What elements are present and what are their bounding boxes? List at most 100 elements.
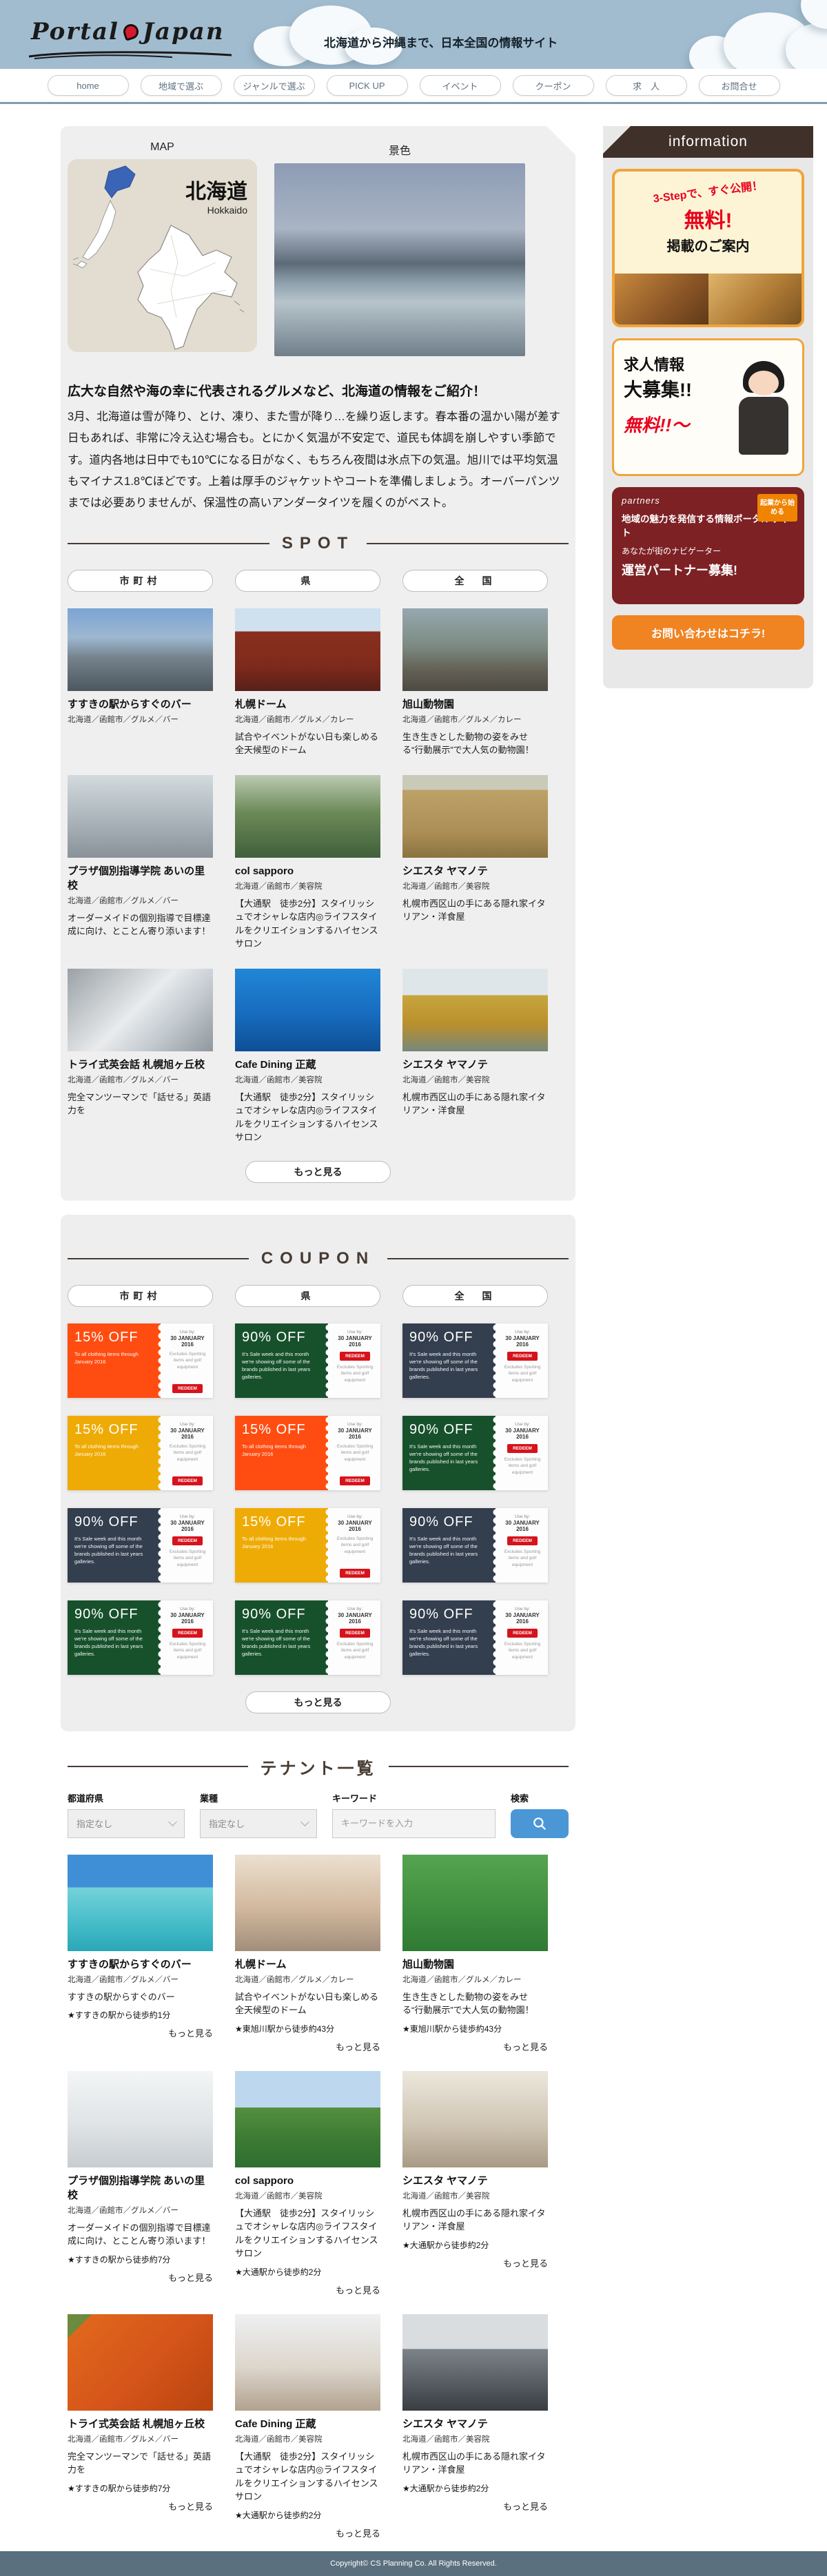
spot-card[interactable]: col sapporo 北海道／函館市／美容院 【大通駅 徒歩2分】スタイリッシ… bbox=[235, 775, 380, 951]
tenant-card[interactable]: トライ式英会話 札幌旭ヶ丘校 北海道／函館市／グルメ／バー 完全マンツーマンで「… bbox=[68, 2314, 213, 2539]
tab-national[interactable]: 全 国 bbox=[402, 1285, 548, 1307]
nav-pickup[interactable]: PICK UP bbox=[327, 75, 408, 96]
redeem-button[interactable]: REDEEM bbox=[340, 1476, 370, 1485]
redeem-button[interactable]: REDEEM bbox=[340, 1569, 370, 1578]
tenant-more-link[interactable]: もっと見る bbox=[235, 2283, 380, 2296]
spot-card[interactable]: 旭山動物園 北海道／函館市／グルメ／カレー 生き生きとした動物の姿をみせる“行動… bbox=[402, 608, 548, 757]
coupon-card[interactable]: 90% OFF It's Sale week and this month we… bbox=[402, 1416, 548, 1490]
coupon-card[interactable]: 90% OFF It's Sale week and this month we… bbox=[68, 1600, 213, 1675]
partner-recruit-banner[interactable]: partners 起業から始める 地域の魅力を発信する情報ポータルサイト あなた… bbox=[612, 487, 804, 604]
nav-contact[interactable]: お問合せ bbox=[699, 75, 780, 96]
redeem-button[interactable]: REDEEM bbox=[172, 1629, 203, 1638]
spot-card-category: 北海道／函館市／グルメ／バー bbox=[68, 714, 213, 725]
redeem-button[interactable]: REDEEM bbox=[172, 1384, 203, 1393]
tenant-title: 札幌ドーム bbox=[235, 1957, 380, 1972]
tenant-more-link[interactable]: もっと見る bbox=[68, 2271, 213, 2284]
spot-card[interactable]: シエスタ ヤマノテ 北海道／函館市／美容院 札幌市西区山の手にある隠れ家イタリア… bbox=[402, 969, 548, 1144]
tenant-more-link[interactable]: もっと見る bbox=[402, 2040, 548, 2053]
tenant-more-link[interactable]: もっと見る bbox=[68, 2026, 213, 2039]
redeem-button[interactable]: REDEEM bbox=[507, 1629, 538, 1638]
contact-banner[interactable]: お問い合わせはコチラ! bbox=[612, 615, 804, 650]
coupon-card[interactable]: 90% OFF It's Sale week and this month we… bbox=[402, 1323, 548, 1398]
use-by-label: Use by: bbox=[515, 1422, 530, 1427]
tenant-more-link[interactable]: もっと見る bbox=[68, 2500, 213, 2513]
tenant-card[interactable]: Cafe Dining 正蔵 北海道／函館市／美容院 【大通駅 徒歩2分】スタイ… bbox=[235, 2314, 380, 2539]
spot-card[interactable]: すすきの駅からすぐのバー 北海道／函館市／グルメ／バー bbox=[68, 608, 213, 757]
spot-card[interactable]: Cafe Dining 正蔵 北海道／函館市／美容院 【大通駅 徒歩2分】スタイ… bbox=[235, 969, 380, 1144]
coupon-desc: It's Sale week and this month we're show… bbox=[409, 1627, 487, 1658]
coupon-more-button[interactable]: もっと見る bbox=[245, 1691, 391, 1713]
tab-national[interactable]: 全 国 bbox=[402, 570, 548, 592]
tenant-card[interactable]: プラザ個別指導学院 あいの里校 北海道／函館市／グルメ／バー オーダーメイドの個… bbox=[68, 2071, 213, 2296]
job-recruit-banner[interactable]: 求人情報 大募集!! 無料!!～ bbox=[612, 338, 804, 476]
tab-city[interactable]: 市町村 bbox=[68, 570, 213, 592]
coupon-card[interactable]: 15% OFF To all clothing items through Ja… bbox=[235, 1416, 380, 1490]
coupon-card[interactable]: 90% OFF It's Sale week and this month we… bbox=[235, 1323, 380, 1398]
aircon-image bbox=[68, 2071, 213, 2167]
industry-select[interactable]: 指定なし bbox=[200, 1809, 317, 1838]
redeem-button[interactable]: REDEEM bbox=[340, 1352, 370, 1361]
prefecture-select[interactable]: 指定なし bbox=[68, 1809, 185, 1838]
soccer-image bbox=[402, 1855, 548, 1951]
nav-region[interactable]: 地域で選ぶ bbox=[141, 75, 222, 96]
tenant-card[interactable]: シエスタ ヤマノテ 北海道／函館市／美容院 札幌市西区山の手にある隠れ家イタリア… bbox=[402, 2314, 548, 2539]
nav-coupon[interactable]: クーポン bbox=[513, 75, 594, 96]
coupon-card[interactable]: 90% OFF It's Sale week and this month we… bbox=[402, 1600, 548, 1675]
tab-prefecture[interactable]: 県 bbox=[235, 1285, 380, 1307]
redeem-button[interactable]: REDEEM bbox=[340, 1629, 370, 1638]
school-image bbox=[68, 775, 213, 858]
spot-card-category: 北海道／函館市／美容院 bbox=[235, 1074, 380, 1085]
redeem-button[interactable]: REDEEM bbox=[172, 1476, 203, 1485]
coupon-card[interactable]: 15% OFF To all clothing items through Ja… bbox=[68, 1416, 213, 1490]
spot-card-category: 北海道／函館市／グルメ／バー bbox=[68, 895, 213, 906]
nav-jobs[interactable]: 求 人 bbox=[606, 75, 687, 96]
redeem-button[interactable]: REDEEM bbox=[172, 1536, 203, 1545]
coupon-stub: Use by: 30 JANUARY 2016 REDEEM Excludes … bbox=[161, 1508, 213, 1583]
spot-card-title: プラザ個別指導学院 あいの里校 bbox=[68, 864, 213, 893]
tenant-card[interactable]: すすきの駅からすぐのバー 北海道／函館市／グルメ／バー すすきの駅からすぐのバー… bbox=[68, 1855, 213, 2053]
tenant-category: 北海道／函館市／グルメ／バー bbox=[68, 2205, 213, 2216]
tenant-more-link[interactable]: もっと見る bbox=[235, 2526, 380, 2539]
coupon-card[interactable]: 90% OFF It's Sale week and this month we… bbox=[68, 1508, 213, 1583]
tab-prefecture[interactable]: 県 bbox=[235, 570, 380, 592]
spot-card[interactable]: シエスタ ヤマノテ 北海道／函館市／美容院 札幌市西区山の手にある隠れ家イタリア… bbox=[402, 775, 548, 951]
coupon-card[interactable]: 15% OFF To all clothing items through Ja… bbox=[68, 1323, 213, 1398]
coupon-color-area: 90% OFF It's Sale week and this month we… bbox=[68, 1600, 161, 1675]
tenant-card[interactable]: 札幌ドーム 北海道／函館市／グルメ／カレー 試合やイベントがない日も楽しめる全天… bbox=[235, 1855, 380, 2053]
tenant-card[interactable]: シエスタ ヤマノテ 北海道／函館市／美容院 札幌市西区山の手にある隠れ家イタリア… bbox=[402, 2071, 548, 2296]
coupon-excludes: Excludes Sporting items and golf equipme… bbox=[166, 1549, 209, 1569]
tenant-title: col sapporo bbox=[235, 2174, 380, 2188]
tenant-category: 北海道／函館市／グルメ／バー bbox=[68, 2433, 213, 2444]
spot-card[interactable]: プラザ個別指導学院 あいの里校 北海道／函館市／グルメ／バー オーダーメイドの個… bbox=[68, 775, 213, 951]
spot-card[interactable]: 札幌ドーム 北海道／函館市／グルメ／カレー 試合やイベントがない日も楽しめる全天… bbox=[235, 608, 380, 757]
nav-event[interactable]: イベント bbox=[420, 75, 501, 96]
japan-map[interactable]: 北海道 Hokkaido bbox=[68, 159, 257, 352]
coupon-card[interactable]: 90% OFF It's Sale week and this month we… bbox=[235, 1600, 380, 1675]
redeem-button[interactable]: REDEEM bbox=[507, 1352, 538, 1361]
coupon-card[interactable]: 15% OFF To all clothing items through Ja… bbox=[235, 1508, 380, 1583]
nav-genre[interactable]: ジャンルで選ぶ bbox=[234, 75, 315, 96]
tab-city[interactable]: 市町村 bbox=[68, 1285, 213, 1307]
listing-guide-banner[interactable]: 3-Stepで、すぐ公開！ 無料! 掲載のご案内 bbox=[612, 169, 804, 327]
tenant-more-link[interactable]: もっと見る bbox=[235, 2040, 380, 2053]
redeem-button[interactable]: REDEEM bbox=[507, 1444, 538, 1453]
coupon-card[interactable]: 90% OFF It's Sale week and this month we… bbox=[402, 1508, 548, 1583]
header: Portal Japan 北海道から沖縄まで、日本全国の情報サイト bbox=[0, 0, 827, 69]
keyword-input[interactable] bbox=[332, 1809, 496, 1838]
spot-card[interactable]: トライ式英会話 札幌旭ヶ丘校 北海道／函館市／グルメ／バー 完全マンツーマンで「… bbox=[68, 969, 213, 1144]
tenant-card[interactable]: col sapporo 北海道／函館市／美容院 【大通駅 徒歩2分】スタイリッシ… bbox=[235, 2071, 380, 2296]
tenant-card[interactable]: 旭山動物園 北海道／函館市／グルメ／カレー 生き生きとした動物の姿をみせる“行動… bbox=[402, 1855, 548, 2053]
coupon-stub: Use by: 30 JANUARY 2016 REDEEM Excludes … bbox=[496, 1416, 548, 1490]
search-button[interactable] bbox=[511, 1809, 569, 1838]
site-logo[interactable]: Portal Japan bbox=[31, 18, 225, 45]
spot-more-button[interactable]: もっと見る bbox=[245, 1161, 391, 1183]
nav-home[interactable]: home bbox=[48, 75, 129, 96]
tenant-desc: 試合やイベントがない日も楽しめる全天候型のドーム bbox=[235, 1990, 380, 2017]
tenant-more-link[interactable]: もっと見る bbox=[402, 2500, 548, 2513]
industry-filter: 業種 指定なし bbox=[200, 1791, 317, 1838]
perforation-edge bbox=[323, 1508, 329, 1583]
coupon-discount: 15% OFF bbox=[242, 1514, 320, 1530]
tenant-more-link[interactable]: もっと見る bbox=[402, 2256, 548, 2269]
redeem-button[interactable]: REDEEM bbox=[507, 1536, 538, 1545]
coupon-excludes: Excludes Sporting items and golf equipme… bbox=[501, 1549, 544, 1569]
